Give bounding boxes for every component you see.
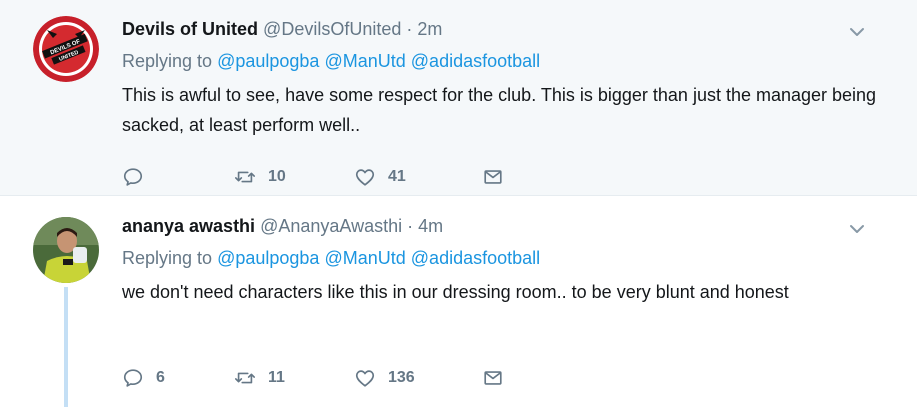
thread-line (64, 287, 68, 407)
mention-link[interactable]: @ManUtd (324, 51, 405, 71)
mention-link[interactable]: @paulpogba (217, 51, 319, 71)
retweet-button[interactable]: 10 (234, 166, 354, 188)
tweet-text: we don't need characters like this in ou… (122, 282, 789, 302)
like-button[interactable]: 41 (354, 166, 482, 188)
message-button[interactable] (482, 166, 504, 188)
reply-icon (122, 367, 144, 389)
chevron-down-icon[interactable] (847, 22, 867, 42)
tweet-card[interactable]: DEVILS OF UNITED Devils of United @Devil… (0, 0, 917, 196)
tweet-actions: 10 41 (122, 162, 504, 192)
replying-to: Replying to @paulpogba @ManUtd @adidasfo… (122, 245, 877, 271)
retweet-count: 11 (268, 369, 285, 386)
like-count: 41 (388, 168, 406, 185)
tweet-actions: 6 11 136 (122, 363, 504, 393)
avatar[interactable]: DEVILS OF UNITED (33, 16, 99, 82)
tweet-content: Devils of United @DevilsOfUnited · 2m Re… (122, 16, 877, 140)
avatar[interactable] (33, 217, 99, 283)
timestamp[interactable]: 2m (417, 19, 442, 39)
replying-to-label: Replying to (122, 51, 213, 71)
message-icon (482, 367, 504, 389)
like-icon (354, 166, 376, 188)
separator: · (407, 216, 414, 236)
user-handle[interactable]: @DevilsOfUnited (263, 19, 401, 39)
reply-button[interactable]: 6 (122, 367, 234, 389)
reply-icon (122, 166, 144, 188)
chevron-down-icon[interactable] (847, 219, 867, 239)
retweet-icon (234, 367, 256, 389)
tweet-text: This is awful to see, have some respect … (122, 85, 877, 135)
tweet-header: Devils of United @DevilsOfUnited · 2m (122, 16, 877, 42)
message-icon (482, 166, 504, 188)
display-name[interactable]: Devils of United (122, 19, 258, 39)
replying-to-label: Replying to (122, 248, 213, 268)
display-name[interactable]: ananya awasthi (122, 216, 255, 236)
like-button[interactable]: 136 (354, 367, 482, 389)
mention-link[interactable]: @adidasfootball (411, 51, 540, 71)
mention-link[interactable]: @adidasfootball (411, 248, 540, 268)
timestamp[interactable]: 4m (418, 216, 443, 236)
replying-to: Replying to @paulpogba @ManUtd @adidasfo… (122, 48, 877, 74)
reply-count: 6 (156, 369, 165, 386)
tweet-card[interactable]: ananya awasthi @AnanyaAwasthi · 4m Reply… (0, 197, 917, 407)
mention-link[interactable]: @ManUtd (324, 248, 405, 268)
like-count: 136 (388, 369, 415, 386)
like-icon (354, 367, 376, 389)
tweet-header: ananya awasthi @AnanyaAwasthi · 4m (122, 213, 877, 239)
retweet-button[interactable]: 11 (234, 367, 354, 389)
retweet-icon (234, 166, 256, 188)
tweet-content: ananya awasthi @AnanyaAwasthi · 4m Reply… (122, 213, 877, 307)
message-button[interactable] (482, 367, 504, 389)
retweet-count: 10 (268, 168, 286, 185)
mention-link[interactable]: @paulpogba (217, 248, 319, 268)
separator: · (406, 19, 413, 39)
user-handle[interactable]: @AnanyaAwasthi (260, 216, 402, 236)
reply-button[interactable] (122, 166, 234, 188)
